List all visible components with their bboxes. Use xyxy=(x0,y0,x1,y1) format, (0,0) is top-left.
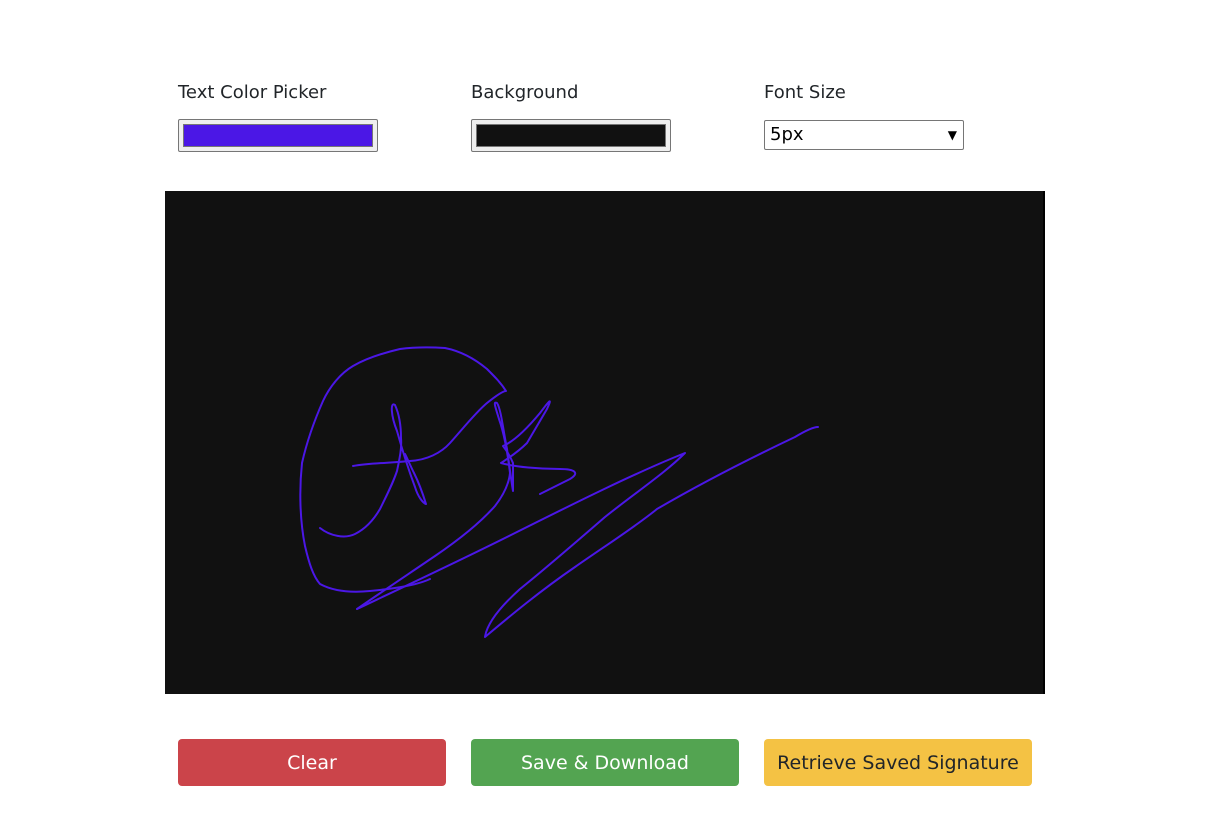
background-color-swatch xyxy=(476,124,666,147)
clear-button[interactable]: Clear xyxy=(178,739,446,786)
text-color-picker[interactable] xyxy=(178,119,378,152)
background-control: Background xyxy=(471,80,691,152)
save-download-button[interactable]: Save & Download xyxy=(471,739,739,786)
text-color-control: Text Color Picker xyxy=(178,80,398,152)
text-color-label: Text Color Picker xyxy=(178,82,327,103)
font-size-selected-value: 5px xyxy=(770,124,804,145)
font-size-label: Font Size xyxy=(764,82,846,103)
signature-drawing[interactable] xyxy=(165,191,1043,694)
text-color-swatch xyxy=(183,124,373,147)
background-label: Background xyxy=(471,82,579,103)
signature-canvas[interactable] xyxy=(165,191,1045,694)
canvas-background xyxy=(165,191,1043,694)
controls-row: Text Color Picker Background Font Size 5… xyxy=(178,80,1058,160)
font-size-select[interactable]: 5px ▼ xyxy=(764,120,964,150)
action-buttons: Clear Save & Download Retrieve Saved Sig… xyxy=(178,739,1038,787)
background-color-picker[interactable] xyxy=(471,119,671,152)
retrieve-signature-button[interactable]: Retrieve Saved Signature xyxy=(764,739,1032,786)
font-size-control: Font Size 5px ▼ xyxy=(764,80,984,150)
chevron-down-icon: ▼ xyxy=(947,128,957,142)
